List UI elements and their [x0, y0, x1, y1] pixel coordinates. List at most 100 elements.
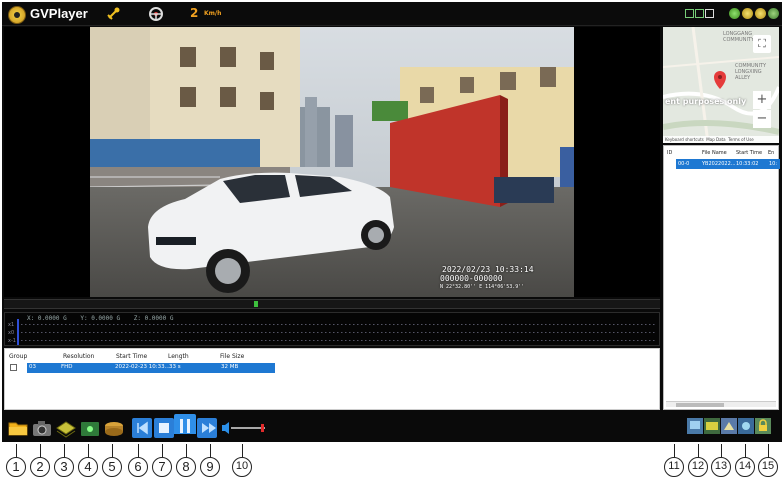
- video-letterbox-right: [574, 27, 660, 297]
- info-button[interactable]: [704, 418, 720, 438]
- callout-leader-line: [674, 444, 675, 457]
- map-attribution: Keyboard shortcuts Map Data Terms of Use: [663, 136, 779, 143]
- export-button[interactable]: [55, 418, 77, 438]
- map-zoom-in-button[interactable]: +: [753, 91, 771, 109]
- cell-start-time: 2022-02-23 10:33...: [115, 364, 170, 370]
- list-col-file-name: File Name: [702, 150, 727, 156]
- map-label-5: ALLEY: [735, 75, 751, 81]
- list-horizontal-scrollbar[interactable]: [666, 401, 776, 407]
- map-fullscreen-button[interactable]: ⛶: [753, 35, 771, 53]
- gsensor-track-x: [17, 324, 657, 325]
- map-toggle-button[interactable]: [721, 418, 737, 438]
- callout-strip: 1 2 3 4 5 6 7 8 9 10 11 12 13 14 15: [0, 444, 784, 481]
- maximize-button[interactable]: [755, 8, 766, 19]
- gsensor-z-readout: Z: 0.0000 G: [133, 315, 174, 322]
- col-start-time: Start Time: [116, 353, 148, 360]
- list-item-end: 10:: [769, 161, 778, 167]
- volume-slider[interactable]: [221, 418, 269, 438]
- callout-number: 9: [200, 457, 220, 477]
- file-list-panel: ID File Name Start Time En 00-0 YB202202…: [663, 145, 780, 410]
- watermark-toggle-button[interactable]: [738, 418, 754, 438]
- lock-button[interactable]: [755, 418, 771, 438]
- callout-number: 5: [102, 457, 122, 477]
- snapshot-button[interactable]: [31, 418, 53, 438]
- previous-file-button[interactable]: [132, 418, 152, 438]
- table-row[interactable]: 03 FHD 2022-02-23 10:33... 33 s 32 MB: [27, 363, 275, 373]
- list-col-start-time: Start Time: [736, 150, 763, 156]
- callout-number: 8: [176, 457, 196, 477]
- gsensor-readouts: X: 0.0000 G Y: 0.0000 G Z: 0.0000 G: [27, 315, 184, 322]
- callout-number: 6: [128, 457, 148, 477]
- callout-leader-line: [745, 444, 746, 457]
- playback-progress-knob[interactable]: [254, 301, 258, 307]
- steering-wheel-icon: [149, 7, 163, 21]
- callout-number: 3: [54, 457, 74, 477]
- open-folder-button[interactable]: [7, 418, 29, 438]
- callout-number: 1: [6, 457, 26, 477]
- record-settings-button[interactable]: [79, 418, 101, 438]
- callout-leader-line: [112, 444, 113, 457]
- callout-number: 14: [735, 457, 755, 477]
- map-terms-link[interactable]: Terms of Use: [728, 137, 754, 142]
- app-title: GVPlayer: [30, 6, 88, 21]
- stop-button[interactable]: [154, 418, 174, 438]
- title-bar: GVPlayer 2 Km/h: [2, 2, 782, 26]
- minimize-button[interactable]: [742, 8, 753, 19]
- speed-unit: Km/h: [204, 10, 222, 17]
- close-button[interactable]: [768, 8, 779, 19]
- cell-group: 03: [29, 364, 36, 370]
- callout-leader-line: [64, 444, 65, 457]
- map-shortcuts-link[interactable]: Keyboard shortcuts: [665, 137, 704, 142]
- gps-map[interactable]: LONGGANG COMMUNITY COMMUNITY LONGXING AL…: [663, 27, 779, 143]
- osd-coordinates: N 22°32.80'' E 114°06'53.9'': [440, 284, 525, 290]
- callout-leader-line: [162, 444, 163, 457]
- settings-window-button[interactable]: [729, 8, 740, 19]
- gsensor-graph: X: 0.0000 G Y: 0.0000 G Z: 0.0000 G x1 x…: [4, 312, 660, 346]
- cell-resolution: FHD: [61, 364, 73, 370]
- callout-leader-line: [88, 444, 89, 457]
- dashcam-video-image: [90, 27, 574, 297]
- callout-number: 10: [232, 457, 252, 477]
- gsensor-x-readout: X: 0.0000 G: [27, 315, 67, 322]
- callout-leader-line: [698, 444, 699, 457]
- fullscreen-button[interactable]: [687, 418, 703, 438]
- list-col-id: ID: [667, 150, 673, 156]
- callout-leader-line: [210, 444, 211, 457]
- cell-length: 33 s: [169, 364, 181, 370]
- col-resolution: Resolution: [63, 353, 95, 360]
- map-zoom-out-button[interactable]: −: [753, 110, 771, 128]
- callout-leader-line: [186, 444, 187, 457]
- callout-number: 7: [152, 457, 172, 477]
- gsensor-track-z: [17, 340, 657, 341]
- video-frame[interactable]: 2022/02/23 10:33:14 000000-000000 N 22°3…: [90, 27, 574, 297]
- callout-number: 12: [688, 457, 708, 477]
- callout-leader-line: [40, 444, 41, 457]
- callout-leader-line: [138, 444, 139, 457]
- hard-disk-button[interactable]: [103, 418, 125, 438]
- map-label-2: COMMUNITY: [723, 37, 755, 43]
- list-col-end: En: [768, 150, 775, 156]
- list-item-name: YB2022022...: [702, 161, 736, 167]
- col-length: Length: [168, 353, 189, 360]
- list-item-id: 00-0: [678, 161, 690, 167]
- col-file-size: File Size: [220, 353, 245, 360]
- col-group: Group: [9, 353, 28, 360]
- map-dev-watermark: ent purposes only: [665, 97, 747, 106]
- video-letterbox-left: [4, 27, 90, 297]
- osd-datetime: 2022/02/23 10:33:14: [442, 265, 534, 274]
- callout-number: 15: [758, 457, 778, 477]
- group-checkbox[interactable]: [10, 364, 17, 371]
- playback-progress-bar[interactable]: [4, 299, 660, 309]
- scrollbar-thumb[interactable]: [676, 403, 724, 407]
- next-file-button[interactable]: [197, 418, 217, 438]
- gsensor-axis-mid: x0: [8, 330, 15, 336]
- layout-toggle-icon[interactable]: [685, 9, 715, 19]
- gvplayer-app: GVPlayer 2 Km/h 2022/02/23 10:33:14 0000…: [0, 0, 784, 481]
- callout-number: 11: [664, 457, 684, 477]
- pause-button[interactable]: [174, 414, 196, 434]
- list-item[interactable]: 00-0 YB2022022... 10:33:02 10:: [676, 159, 780, 169]
- gsensor-y-readout: Y: 0.0000 G: [80, 315, 121, 322]
- gsensor-axis-bottom: x-1: [8, 338, 16, 344]
- map-data-link[interactable]: Map Data: [706, 137, 725, 142]
- speed-value: 2: [190, 6, 199, 20]
